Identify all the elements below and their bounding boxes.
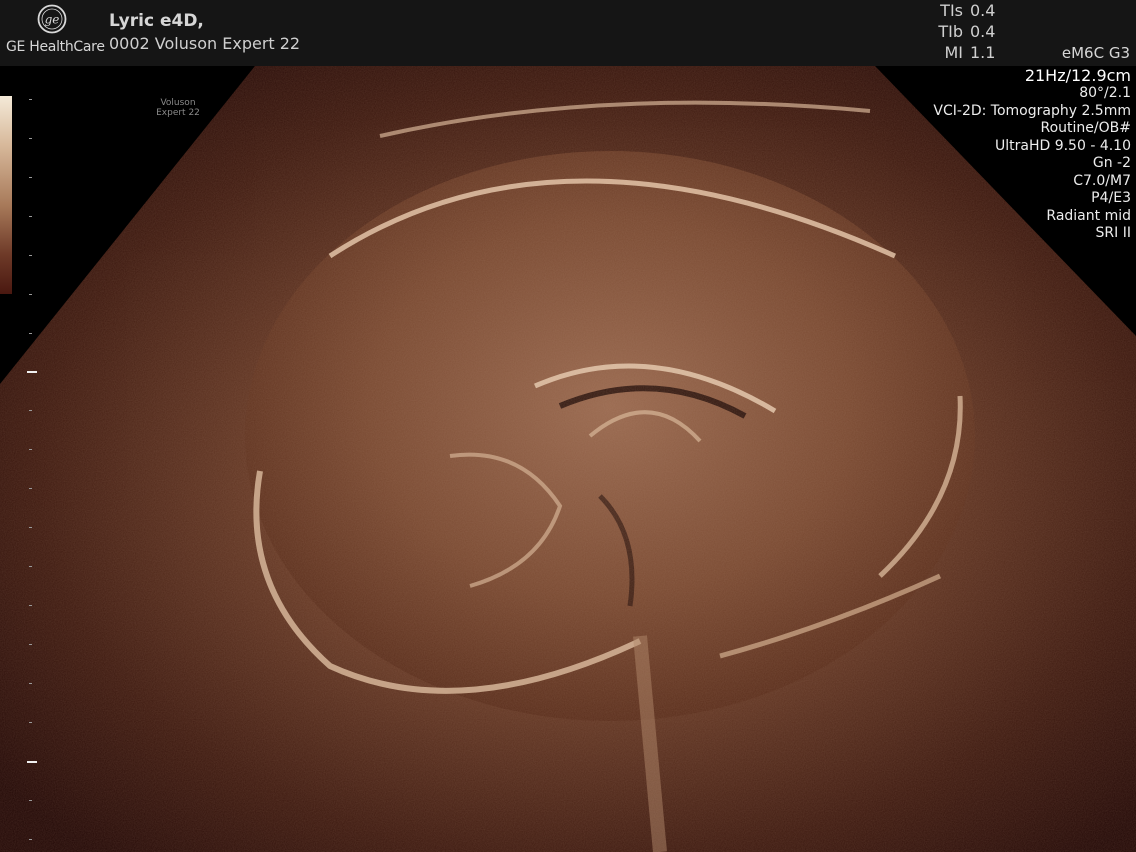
depth-tick xyxy=(29,294,32,295)
depth-tick xyxy=(29,722,32,723)
svg-text:ge: ge xyxy=(45,13,60,27)
depth-tick xyxy=(29,839,32,840)
safety-label: MI xyxy=(944,43,963,62)
depth-tick xyxy=(29,605,32,606)
ultrahd-value: UltraHD 9.50 - 4.10 xyxy=(994,137,1131,154)
angle-value: 80°/2.1 xyxy=(1079,85,1131,101)
imaging-parameters: 21Hz/12.9cm 80°/2.1 VCI-2D: Tomography 2… xyxy=(933,66,1131,243)
depth-tick xyxy=(29,800,32,801)
depth-tick xyxy=(29,644,32,645)
header-bar: ge GE HealthCare Lyric e4D, 0002 Voluson… xyxy=(0,0,1136,66)
depth-tick xyxy=(29,449,32,450)
pe-value: P4/E3 xyxy=(1091,190,1131,206)
safety-row-tis: TIs 0.4 xyxy=(930,1,1020,22)
depth-tick xyxy=(29,333,32,334)
vci-value: VCI-2D: Tomography 2.5mm xyxy=(933,102,1131,119)
safety-value: 0.4 xyxy=(970,1,996,20)
depth-tick xyxy=(29,255,32,256)
brand-label: GE HealthCare xyxy=(6,39,105,55)
watermark-line: Voluson xyxy=(160,98,196,108)
watermark: Voluson Expert 22 xyxy=(150,98,206,118)
depth-tick xyxy=(29,410,32,411)
depth-tick xyxy=(29,138,32,139)
depth-tick xyxy=(29,683,32,684)
ge-monogram-icon: ge xyxy=(37,4,67,34)
cm-value: C7.0/M7 xyxy=(1073,172,1131,189)
safety-value: 0.4 xyxy=(970,22,996,41)
safety-row-mi: MI 1.1 xyxy=(930,43,1020,64)
preset-value: Routine/OB# xyxy=(1040,120,1131,136)
ge-logo: ge GE HealthCare xyxy=(4,4,105,56)
watermark-line: Expert 22 xyxy=(156,108,200,118)
grayscale-bar xyxy=(0,96,12,294)
patient-name: Lyric e4D, xyxy=(109,11,204,31)
radiant-value: Radiant mid xyxy=(1046,207,1131,224)
safety-value: 1.1 xyxy=(970,43,996,62)
sri-value: SRI II xyxy=(1095,225,1131,241)
safety-indices: TIs 0.4 TIb 0.4 MI 1.1 xyxy=(930,1,1020,64)
probe-label: eM6C G3 xyxy=(1061,44,1130,62)
depth-tick xyxy=(29,216,32,217)
depth-tick xyxy=(29,566,32,567)
depth-tick-major xyxy=(27,761,37,763)
depth-tick-major xyxy=(27,371,37,373)
depth-tick xyxy=(29,488,32,489)
depth-tick xyxy=(29,527,32,528)
depth-tick xyxy=(29,99,32,100)
frequency-depth: 21Hz/12.9cm xyxy=(1024,66,1131,85)
safety-row-tib: TIb 0.4 xyxy=(930,22,1020,43)
gain-value: Gn -2 xyxy=(1092,155,1131,171)
system-name: 0002 Voluson Expert 22 xyxy=(109,34,301,53)
depth-tick xyxy=(29,177,32,178)
safety-label: TIs xyxy=(940,1,963,20)
safety-label: TIb xyxy=(938,22,963,41)
